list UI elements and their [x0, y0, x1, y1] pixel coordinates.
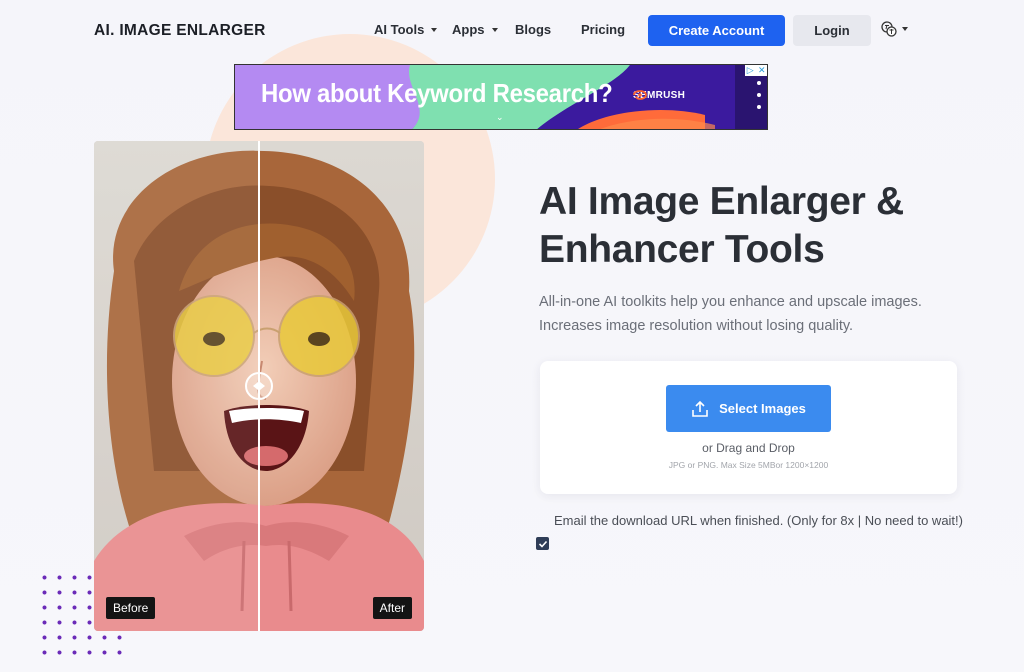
nav-apps[interactable]: Apps [452, 22, 498, 37]
semrush-logo-icon [633, 90, 647, 100]
select-images-label: Select Images [719, 401, 806, 416]
before-after-comparison[interactable]: Before After [94, 141, 424, 631]
nav-blogs-label: Blogs [515, 22, 552, 37]
drag-and-drop-hint: or Drag and Drop [702, 441, 795, 455]
chevron-down-icon [902, 27, 908, 31]
hero-subtitle-line1: All-in-one AI toolkits help you enhance … [539, 294, 922, 310]
email-option-checkbox[interactable] [536, 537, 549, 550]
chevron-down-icon: ⌄ [496, 112, 504, 122]
nav-pricing-label: Pricing [581, 22, 626, 37]
chevron-down-icon [491, 27, 498, 32]
nav-ai-tools[interactable]: AI Tools [374, 22, 438, 37]
file-limits-hint: JPG or PNG. Max Size 5MBor 1200×1200 [668, 460, 829, 470]
login-button[interactable]: Login [793, 15, 871, 46]
ad-headline: How about Keyword Research? [261, 78, 613, 108]
before-label: Before [106, 597, 156, 619]
hero-subtitle-line2: Increases image resolution without losin… [539, 318, 854, 334]
translate-icon [881, 21, 897, 37]
checkmark-icon [538, 540, 547, 548]
hero-title: AI Image Enlarger & Enhancer Tools [539, 178, 979, 274]
ad-brand: SEMRUSH [633, 90, 685, 101]
nav-apps-label: Apps [452, 22, 485, 37]
after-label: After [372, 597, 412, 619]
language-selector[interactable] [881, 21, 908, 37]
ad-close-controls[interactable]: ▷ ✕ [745, 65, 767, 76]
site-logo[interactable]: AI. IMAGE ENLARGER [94, 22, 266, 40]
ad-info-icon[interactable]: ▷ [745, 65, 756, 76]
hero-title-line1: AI Image Enlarger & [539, 180, 904, 223]
hero-subtitle: All-in-one AI toolkits help you enhance … [539, 290, 979, 338]
chevron-down-icon [431, 27, 438, 32]
upload-dropzone[interactable]: Select Images or Drag and Drop JPG or PN… [540, 361, 957, 494]
hero-title-line2: Enhancer Tools [539, 228, 825, 271]
select-images-button[interactable]: Select Images [666, 385, 831, 432]
nav-ai-tools-label: AI Tools [374, 22, 425, 37]
close-icon[interactable]: ✕ [757, 65, 768, 76]
create-account-button[interactable]: Create Account [648, 15, 785, 46]
ad-menu-icon[interactable] [757, 81, 761, 109]
advertisement-banner[interactable]: How about Keyword Research? ⌄ SEMRUSH ▷ … [234, 64, 768, 130]
nav-blogs[interactable]: Blogs [515, 22, 551, 37]
email-option-label: Email the download URL when finished. (O… [554, 513, 963, 528]
upload-icon [692, 400, 708, 417]
comparison-slider-handle[interactable] [245, 372, 273, 400]
nav-pricing[interactable]: Pricing [581, 22, 625, 37]
page: AI. IMAGE ENLARGER AI Tools Apps Blogs P… [0, 0, 1024, 672]
top-navigation: AI. IMAGE ENLARGER AI Tools Apps Blogs P… [0, 0, 1024, 62]
